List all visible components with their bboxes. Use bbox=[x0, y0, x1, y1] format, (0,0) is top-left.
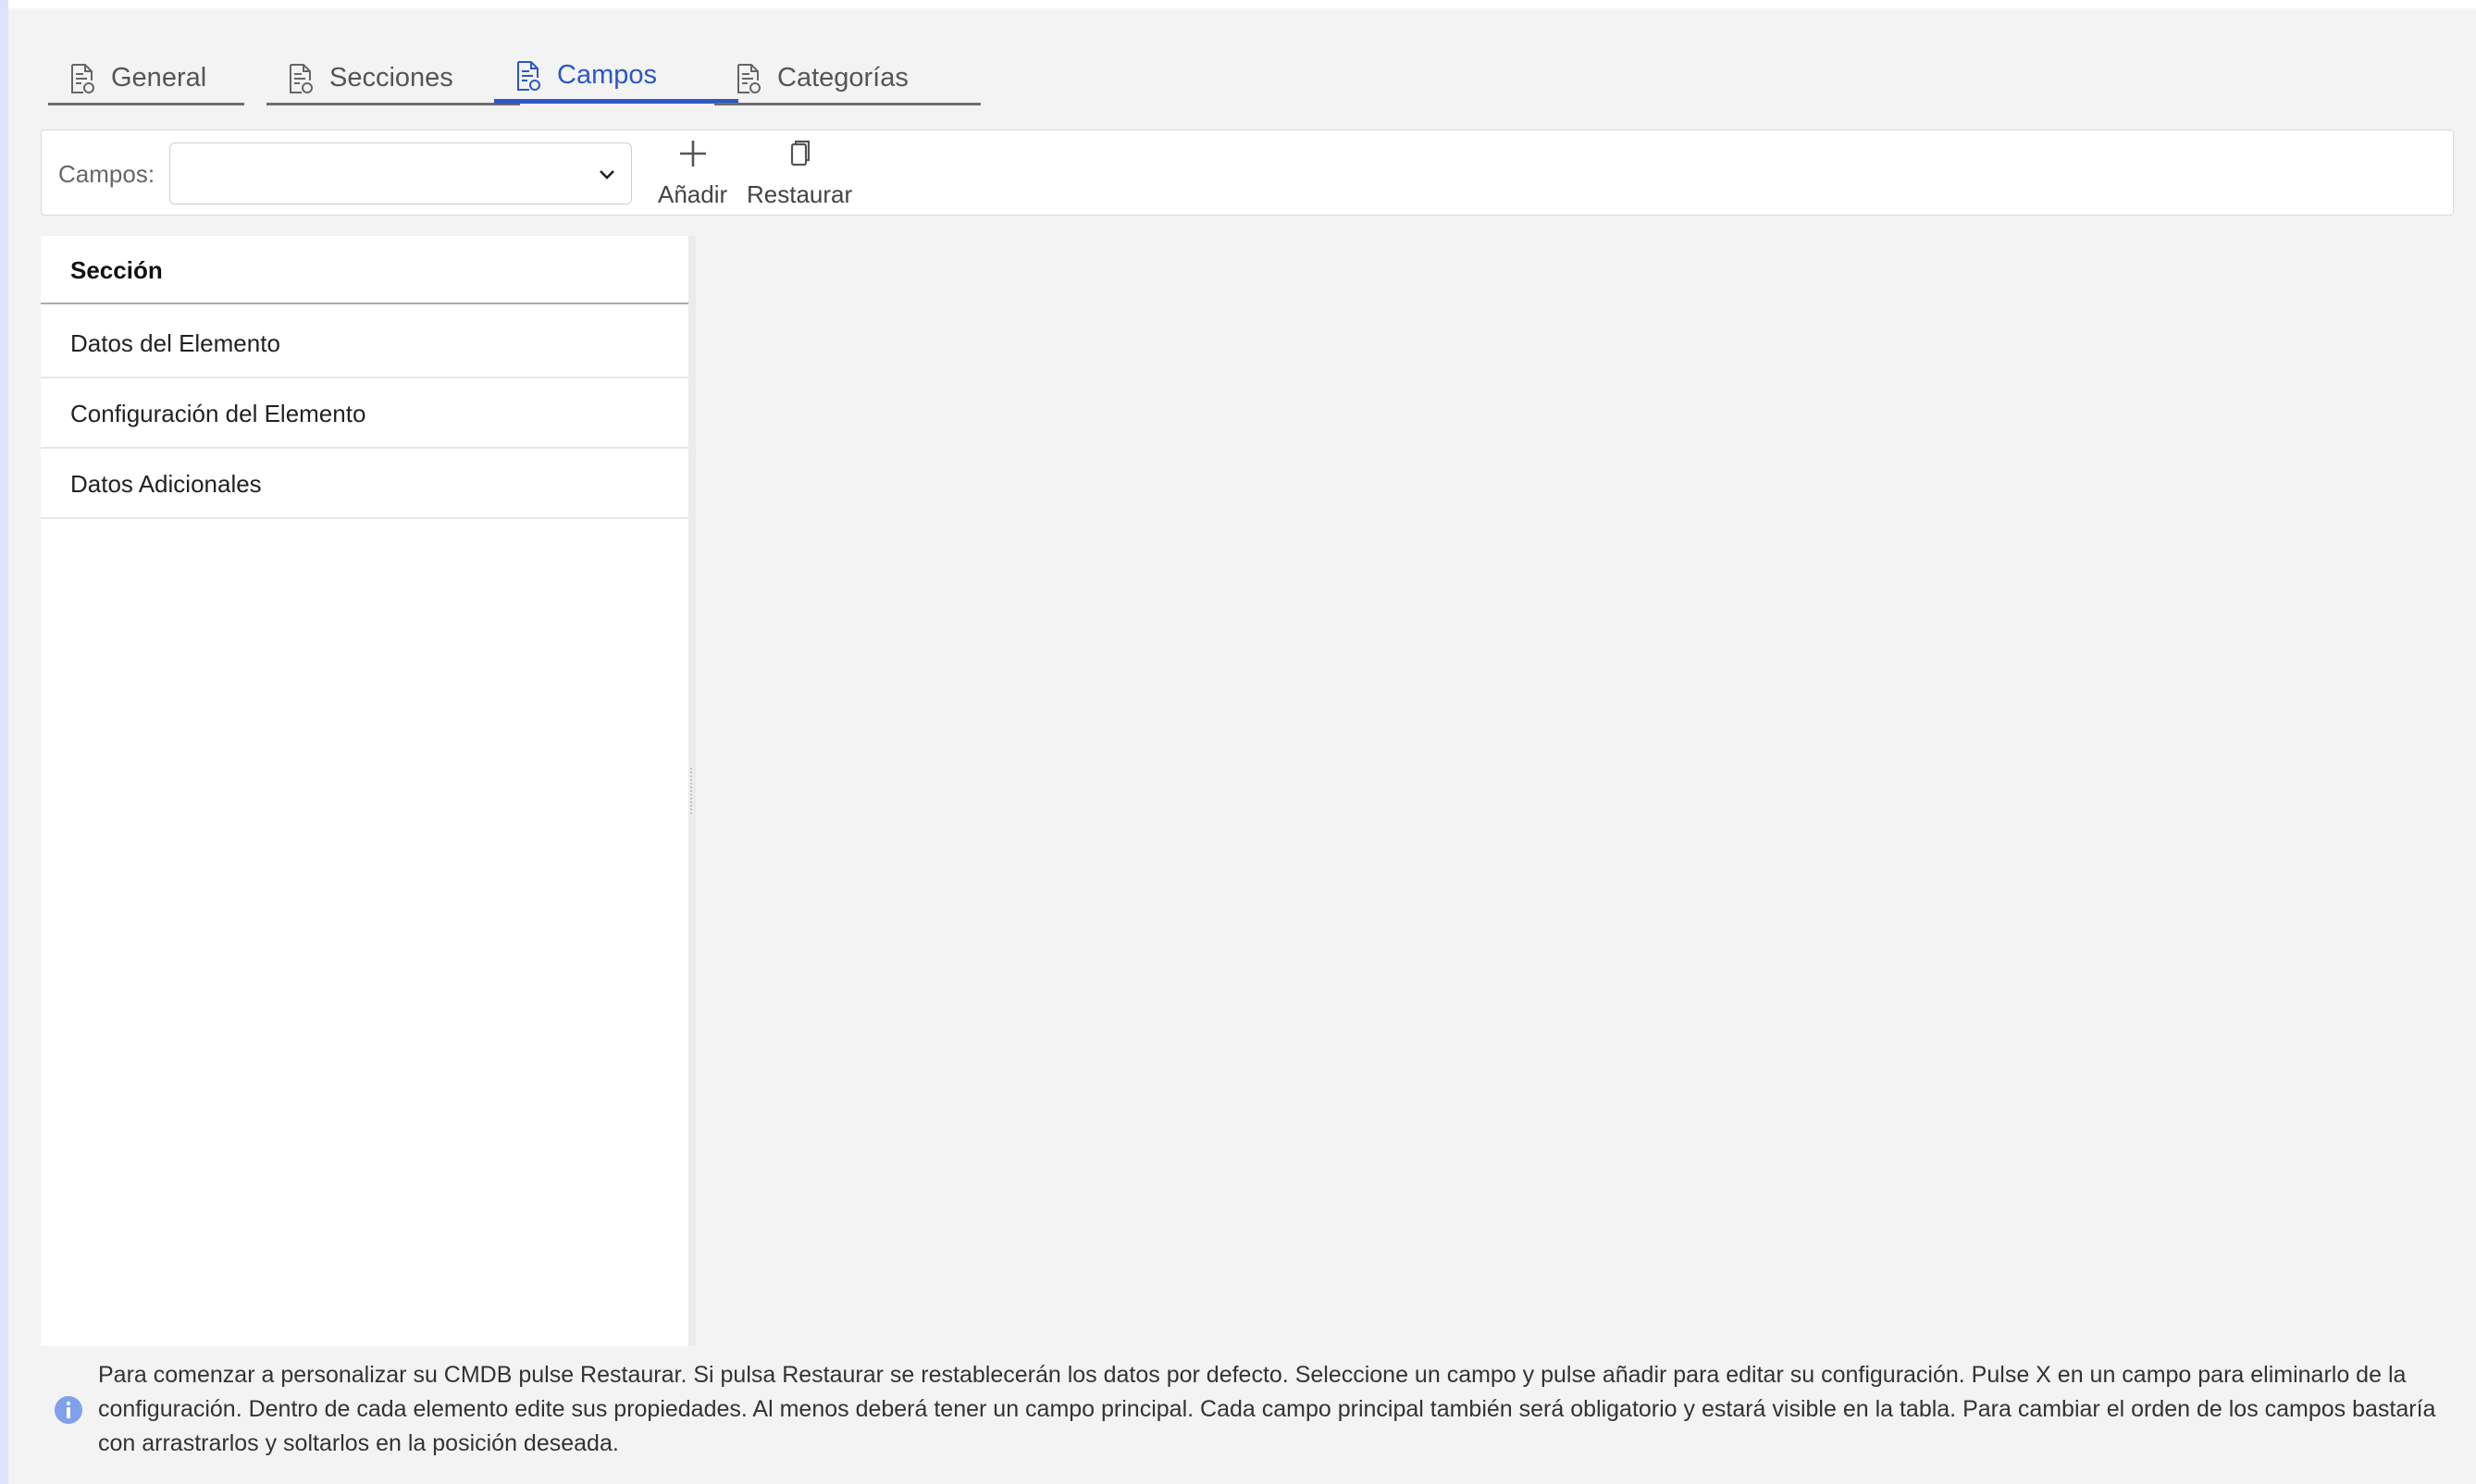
section-row[interactable]: Datos Adicionales bbox=[41, 449, 688, 519]
fields-toolbar: Campos: Añadir Restaurar bbox=[41, 130, 2454, 216]
top-bar bbox=[8, 0, 2476, 8]
fields-select[interactable] bbox=[169, 142, 632, 204]
info-circle-icon bbox=[55, 1396, 82, 1424]
left-accent-strip bbox=[0, 0, 8, 1484]
fields-label: Campos: bbox=[58, 160, 155, 188]
plus-icon bbox=[679, 141, 706, 167]
section-column-header: Sección bbox=[41, 236, 688, 304]
restore-button-label: Restaurar bbox=[747, 180, 853, 208]
section-row[interactable]: Datos del Elemento bbox=[41, 308, 688, 378]
document-settings-icon bbox=[290, 63, 313, 93]
document-settings-icon bbox=[71, 63, 94, 93]
add-button[interactable]: Añadir bbox=[658, 138, 727, 212]
panel-splitter[interactable] bbox=[688, 236, 696, 1346]
tab-label: Categorías bbox=[777, 63, 909, 93]
restore-button[interactable]: Restaurar bbox=[747, 138, 852, 212]
chevron-down-icon bbox=[600, 170, 614, 179]
document-settings-icon bbox=[737, 63, 761, 93]
section-row[interactable]: Configuración del Elemento bbox=[41, 378, 688, 449]
tab-label: General bbox=[111, 63, 207, 93]
tab-secciones[interactable]: Secciones bbox=[266, 54, 520, 105]
splitter-grip[interactable] bbox=[690, 768, 695, 814]
tab-categorias[interactable]: Categorías bbox=[714, 54, 981, 105]
tab-label: Secciones bbox=[329, 63, 453, 93]
tab-label: Campos bbox=[557, 60, 657, 90]
add-button-label: Añadir bbox=[658, 180, 728, 208]
copy-icon bbox=[790, 140, 811, 167]
document-settings-icon bbox=[517, 60, 540, 91]
tab-general[interactable]: General bbox=[48, 54, 244, 105]
tab-campos[interactable]: Campos bbox=[494, 52, 738, 104]
section-table: Sección Datos del Elemento Configuración… bbox=[41, 236, 688, 1346]
info-text: Para comenzar a personalizar su CMDB pul… bbox=[98, 1362, 2436, 1456]
